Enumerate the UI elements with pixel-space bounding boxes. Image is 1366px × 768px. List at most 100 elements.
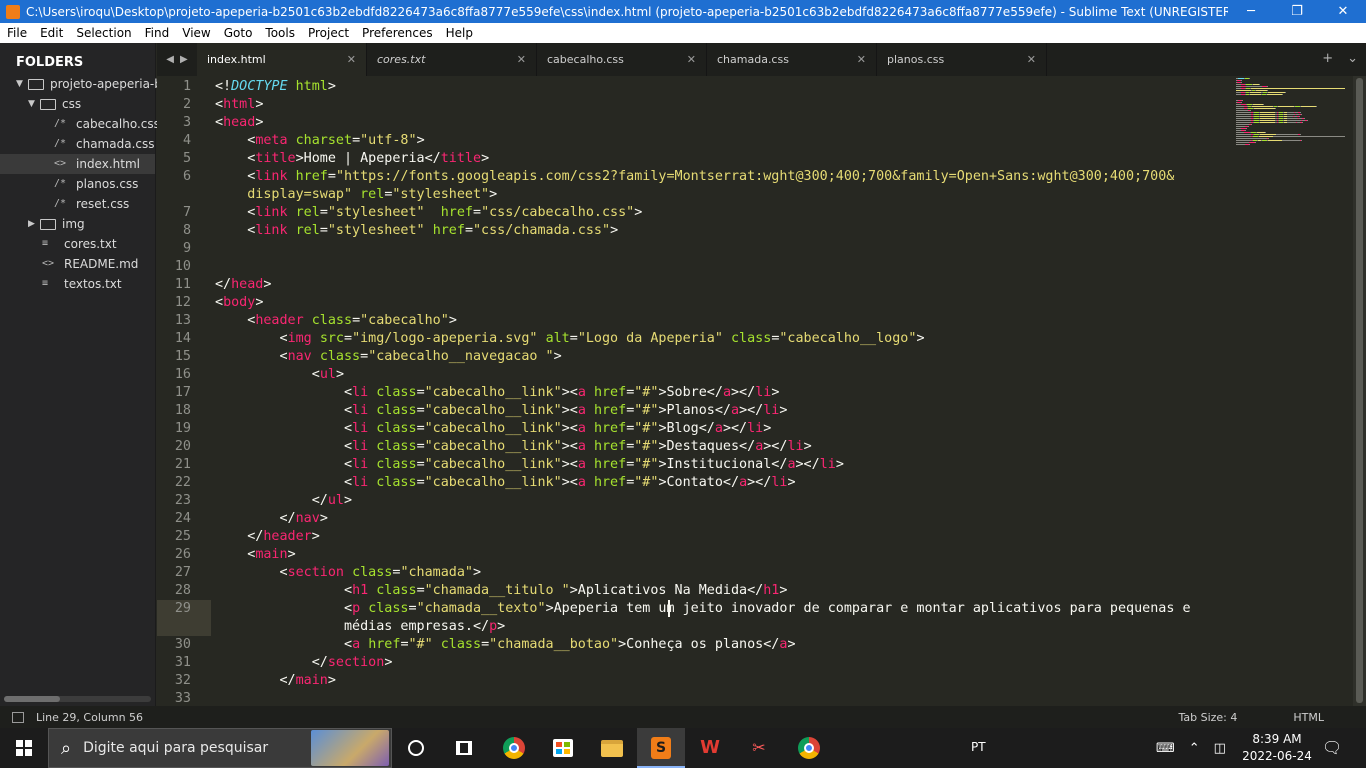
network-icon[interactable]: ◫: [1214, 741, 1226, 756]
triangle-left-icon[interactable]: ◀: [166, 54, 174, 65]
minimap[interactable]: [1230, 76, 1353, 156]
code-line[interactable]: médias empresas.</p>: [215, 618, 505, 636]
sublime-text-icon[interactable]: S: [647, 734, 675, 762]
syntax-selector[interactable]: HTML: [1293, 711, 1324, 724]
sidebar-horizontal-scrollbar[interactable]: [4, 696, 151, 702]
menu-project[interactable]: Project: [301, 23, 355, 43]
menu-preferences[interactable]: Preferences: [355, 23, 439, 43]
code-line[interactable]: <nav class="cabecalho__navegacao ">: [215, 348, 561, 366]
snipping-tool-icon[interactable]: ✂: [745, 734, 773, 762]
code-line[interactable]: <ul>: [215, 366, 344, 384]
minimap-stroke: [1299, 116, 1300, 117]
taskbar-search-box[interactable]: ⌕ Digite aqui para pesquisar: [48, 728, 392, 768]
code-line[interactable]: <link href="https://fonts.googleapis.com…: [215, 168, 1174, 186]
menu-help[interactable]: Help: [439, 23, 479, 43]
close-icon[interactable]: ✕: [857, 53, 866, 66]
editor-vertical-scrollbar[interactable]: [1353, 76, 1366, 706]
code-line[interactable]: <head>: [215, 114, 263, 132]
start-button[interactable]: [0, 728, 48, 768]
code-line[interactable]: <html>: [215, 96, 263, 114]
tab-cores-txt[interactable]: cores.txt ✕: [367, 43, 537, 76]
wps-office-icon[interactable]: W: [696, 734, 724, 762]
code-line[interactable]: </main>: [215, 672, 335, 690]
store-icon[interactable]: [549, 734, 577, 762]
code-line[interactable]: <link rel="stylesheet" href="css/chamada…: [215, 222, 618, 240]
close-icon[interactable]: ✕: [347, 53, 356, 66]
close-icon[interactable]: ✕: [687, 53, 696, 66]
code-line[interactable]: <li class="cabecalho__link"><a href="#">…: [215, 420, 771, 438]
tab-nav-arrows[interactable]: ◀ ▶: [157, 43, 197, 76]
code-line[interactable]: <li class="cabecalho__link"><a href="#">…: [215, 474, 796, 492]
code-line[interactable]: <title>Home | Apeperia</title>: [215, 150, 489, 168]
close-icon[interactable]: ✕: [517, 53, 526, 66]
code-line[interactable]: <main>: [215, 546, 295, 564]
chevron-up-icon[interactable]: ⌃: [1189, 741, 1200, 756]
sidebar-item-textos-txt[interactable]: ≡ textos.txt: [42, 274, 122, 294]
file-explorer-icon[interactable]: [598, 734, 626, 762]
scrollbar-thumb[interactable]: [1356, 78, 1363, 703]
code-line[interactable]: <header class="cabecalho">: [215, 312, 457, 330]
code-line[interactable]: </section>: [215, 654, 393, 672]
tab-size-selector[interactable]: Tab Size: 4: [1178, 711, 1237, 724]
chevron-down-icon[interactable]: ⌄: [1347, 51, 1358, 66]
triangle-right-icon[interactable]: ▶: [180, 54, 188, 65]
notification-icon[interactable]: 🗨: [1322, 738, 1342, 757]
menu-goto[interactable]: Goto: [217, 23, 259, 43]
minimize-button[interactable]: ─: [1228, 0, 1274, 23]
sidebar-item-cores-txt[interactable]: ≡ cores.txt: [42, 234, 117, 254]
code-line[interactable]: </ul>: [215, 492, 352, 510]
menu-view[interactable]: View: [175, 23, 216, 43]
sidebar-item-readme-md[interactable]: <> README.md: [42, 254, 138, 274]
code-line[interactable]: <li class="cabecalho__link"><a href="#">…: [215, 456, 844, 474]
sidebar-item-css-folder[interactable]: ▼ css: [28, 94, 81, 114]
code-line[interactable]: <h1 class="chamada__titulo ">Aplicativos…: [215, 582, 787, 600]
chrome-icon[interactable]: [795, 734, 823, 762]
sidebar-item-project-folder[interactable]: ▼ projeto-apeperia-b2: [16, 74, 170, 94]
tab-index-html[interactable]: index.html ✕: [197, 43, 367, 76]
code-line[interactable]: <a href="#" class="chamada__botao">Conhe…: [215, 636, 796, 654]
task-view-icon[interactable]: [450, 734, 478, 762]
code-editor[interactable]: 1 2 3 4 5 6 7 8 9 10 11 12 13 14 15 16 17 18 19 20 21 22 23 24 2…: [157, 76, 1353, 706]
code-line[interactable]: <img src="img/logo-apeperia.svg" alt="Lo…: [215, 330, 924, 348]
code-line[interactable]: </head>: [215, 276, 271, 294]
taskbar-clock[interactable]: 8:39 AM 2022-06-24: [1240, 731, 1314, 765]
code-line[interactable]: <li class="cabecalho__link"><a href="#">…: [215, 384, 779, 402]
code-line[interactable]: <p class="chamada__texto">Apeperia tem u…: [215, 600, 1191, 618]
tab-cabecalho-css[interactable]: cabecalho.css ✕: [537, 43, 707, 76]
search-highlight-image[interactable]: [311, 730, 389, 766]
cortana-icon[interactable]: [402, 734, 430, 762]
panel-toggle-icon[interactable]: [12, 711, 24, 723]
code-line[interactable]: <meta charset="utf-8">: [215, 132, 424, 150]
code-line[interactable]: </nav>: [215, 510, 327, 528]
code-line[interactable]: display=swap" rel="stylesheet">: [215, 186, 497, 204]
close-button[interactable]: ✕: [1320, 0, 1366, 23]
sidebar-item-reset-css[interactable]: /* reset.css: [54, 194, 129, 214]
code-line[interactable]: </header>: [215, 528, 320, 546]
code-line[interactable]: <li class="cabecalho__link"><a href="#">…: [215, 438, 812, 456]
maximize-button[interactable]: ❐: [1274, 0, 1320, 23]
sidebar-item-img-folder[interactable]: ▶ img: [28, 214, 85, 234]
menu-edit[interactable]: Edit: [33, 23, 69, 43]
close-icon[interactable]: ✕: [1027, 53, 1036, 66]
sidebar-item-cabecalho-css[interactable]: /* cabecalho.css: [54, 114, 160, 134]
code-token: =: [416, 403, 425, 418]
code-line[interactable]: <li class="cabecalho__link"><a href="#">…: [215, 402, 787, 420]
input-language[interactable]: PT: [971, 740, 986, 754]
keyboard-icon[interactable]: ⌨: [1156, 741, 1175, 756]
chrome-icon[interactable]: [500, 734, 528, 762]
code-line[interactable]: <section class="chamada">: [215, 564, 481, 582]
menu-find[interactable]: Find: [138, 23, 176, 43]
new-tab-icon[interactable]: +: [1322, 51, 1333, 66]
menu-selection[interactable]: Selection: [69, 23, 137, 43]
sidebar-item-planos-css[interactable]: /* planos.css: [54, 174, 138, 194]
code-line[interactable]: <body>: [215, 294, 263, 312]
sidebar-item-index-html[interactable]: <> index.html: [0, 154, 155, 174]
code-line[interactable]: <!DOCTYPE html>: [215, 78, 336, 96]
menu-file[interactable]: File: [0, 23, 33, 43]
menu-tools[interactable]: Tools: [258, 23, 301, 43]
tab-chamada-css[interactable]: chamada.css ✕: [707, 43, 877, 76]
tab-planos-css[interactable]: planos.css ✕: [877, 43, 1047, 76]
sidebar-item-chamada-css[interactable]: /* chamada.css: [54, 134, 155, 154]
scrollbar-thumb[interactable]: [4, 696, 60, 702]
code-line[interactable]: <link rel="stylesheet" href="css/cabecal…: [215, 204, 642, 222]
